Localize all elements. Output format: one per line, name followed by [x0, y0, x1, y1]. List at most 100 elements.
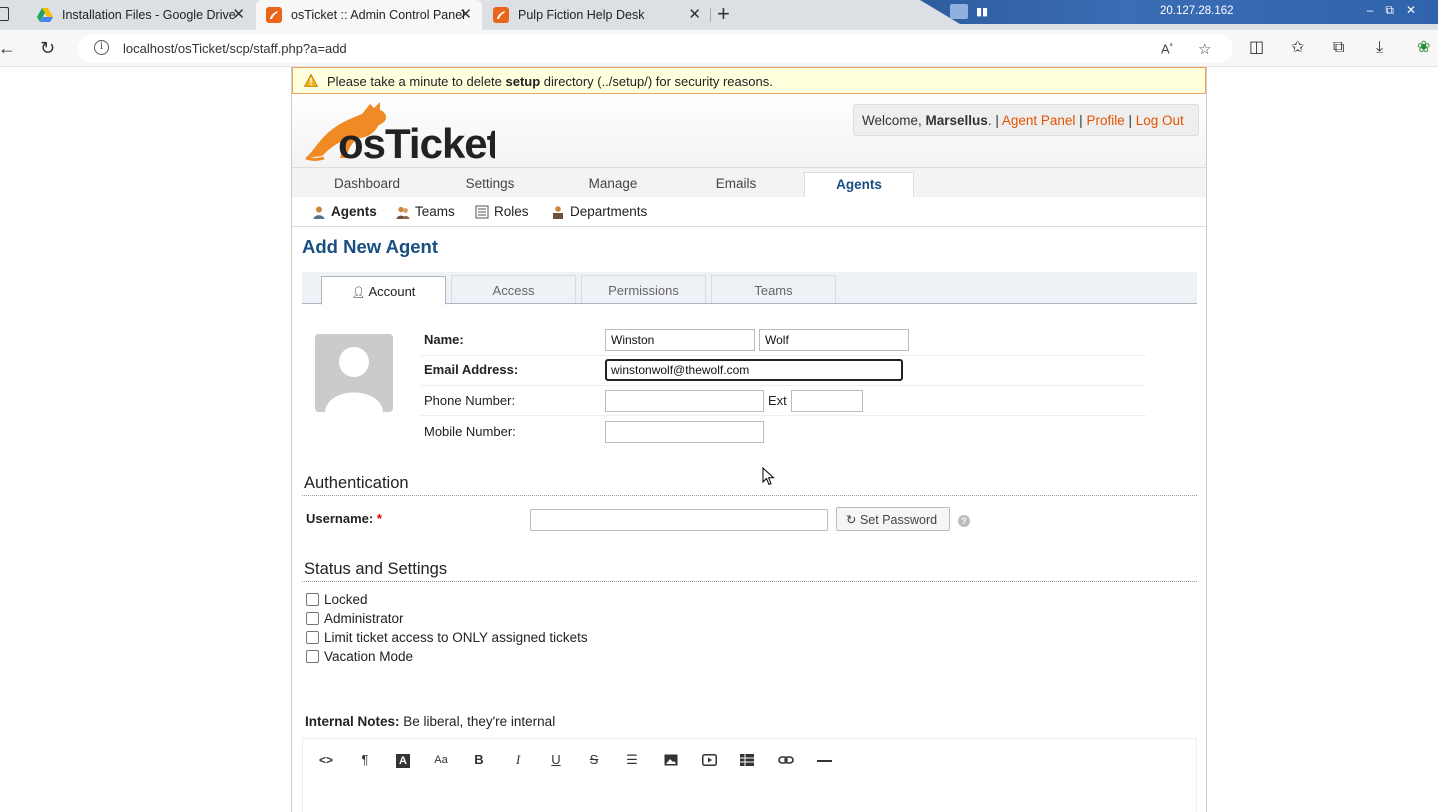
- email-input[interactable]: [605, 359, 903, 381]
- subnav-label: Teams: [415, 204, 455, 219]
- notes-editor[interactable]: <> ¶ A Aa B I U S ☰: [302, 738, 1197, 812]
- administrator-checkbox[interactable]: [306, 612, 319, 625]
- new-tab-icon[interactable]: +: [717, 3, 730, 25]
- agent-panel-link[interactable]: Agent Panel: [1002, 113, 1076, 128]
- close-tab-icon[interactable]: ✕: [232, 7, 245, 23]
- remote-window-controls[interactable]: –⧉✕: [1367, 3, 1428, 18]
- subnav-departments[interactable]: Departments: [551, 204, 647, 219]
- underline-icon[interactable]: U: [545, 750, 567, 770]
- nav-agents[interactable]: Agents: [804, 172, 914, 198]
- close-tab-icon[interactable]: ✕: [688, 7, 701, 23]
- table-glyph: [740, 754, 754, 766]
- favorites-icon[interactable]: ✩: [1291, 39, 1304, 57]
- link-glyph: [778, 756, 794, 764]
- favorite-star-icon[interactable]: ☆: [1198, 40, 1211, 58]
- tab-title: osTicket :: Admin Control Panel: [291, 8, 465, 22]
- profile-link[interactable]: Profile: [1086, 113, 1124, 128]
- paragraph-icon[interactable]: ¶: [354, 750, 376, 770]
- option-label: Locked: [324, 592, 368, 607]
- html-source-icon[interactable]: <>: [315, 750, 337, 770]
- extensions-icon[interactable]: ❀: [1417, 39, 1430, 57]
- italic-icon[interactable]: I: [507, 750, 529, 770]
- split-screen-icon[interactable]: ◫: [1249, 39, 1264, 57]
- osticket-logo[interactable]: osTicket: [300, 98, 502, 167]
- nav-settings[interactable]: Settings: [435, 176, 545, 191]
- nav-dashboard[interactable]: Dashboard: [312, 176, 422, 191]
- limit-access-option[interactable]: Limit ticket access to ONLY assigned tic…: [306, 630, 588, 645]
- subnav-label: Roles: [494, 204, 529, 219]
- limit-access-checkbox[interactable]: [306, 631, 319, 644]
- refresh-icon[interactable]: ↻: [40, 38, 55, 58]
- list-icon[interactable]: ☰: [621, 750, 643, 770]
- site-info-icon[interactable]: i: [94, 40, 109, 55]
- back-icon[interactable]: ←: [0, 38, 16, 58]
- locked-checkbox[interactable]: [306, 593, 319, 606]
- tab-teams[interactable]: Teams: [711, 275, 836, 303]
- warning-text-pre: Please take a minute to delete: [327, 74, 506, 89]
- remote-pin-icon[interactable]: [950, 4, 968, 19]
- sub-nav: Agents Teams Roles Departments: [292, 197, 1206, 227]
- vacation-mode-checkbox[interactable]: [306, 650, 319, 663]
- last-name-input[interactable]: [759, 329, 909, 351]
- font-size-icon[interactable]: Aa: [430, 750, 452, 770]
- row-divider: [421, 415, 1146, 416]
- administrator-option[interactable]: Administrator: [306, 611, 404, 626]
- setup-warning-banner: Please take a minute to delete setup dir…: [292, 67, 1206, 94]
- subnav-agents[interactable]: Agents: [312, 204, 377, 219]
- agent-icon: [313, 206, 325, 219]
- read-aloud-icon[interactable]: Aᵃ: [1161, 41, 1173, 56]
- help-icon[interactable]: ?: [958, 515, 970, 527]
- tab-pulp-fiction-help-desk[interactable]: Pulp Fiction Help Desk ✕: [483, 0, 711, 30]
- warning-icon: [304, 74, 318, 87]
- email-label: Email Address:: [424, 362, 519, 377]
- phone-input[interactable]: [605, 390, 764, 412]
- tab-actions-icon[interactable]: [0, 7, 9, 21]
- first-name-input[interactable]: [605, 329, 755, 351]
- horizontal-rule-icon[interactable]: [813, 750, 835, 770]
- avatar[interactable]: [315, 334, 393, 412]
- refresh-icon: ↻: [846, 513, 857, 527]
- image-icon[interactable]: [660, 750, 682, 770]
- collections-icon[interactable]: ⧉: [1333, 39, 1344, 57]
- username-input[interactable]: [530, 509, 828, 531]
- tab-admin-control-panel[interactable]: osTicket :: Admin Control Panel ✕: [256, 0, 482, 30]
- ext-input[interactable]: [791, 390, 863, 412]
- osticket-favicon-icon: [493, 7, 509, 23]
- tab-access[interactable]: Access: [451, 275, 576, 303]
- video-icon[interactable]: [698, 750, 720, 770]
- link-icon[interactable]: [775, 750, 797, 770]
- close-tab-icon[interactable]: ✕: [459, 7, 472, 23]
- username-label-text: Username:: [306, 511, 374, 526]
- tab-permissions[interactable]: Permissions: [581, 275, 706, 303]
- user-name: Marsellus: [925, 113, 988, 128]
- table-icon[interactable]: [736, 750, 758, 770]
- google-drive-icon: [37, 8, 53, 22]
- log-out-link[interactable]: Log Out: [1136, 113, 1184, 128]
- downloads-icon[interactable]: ⤓: [1376, 39, 1383, 57]
- nav-emails[interactable]: Emails: [681, 176, 791, 191]
- tab-account[interactable]: 👤︎ Account: [321, 276, 446, 305]
- image-glyph: [664, 754, 678, 766]
- required-marker: *: [376, 511, 382, 526]
- strikethrough-icon[interactable]: S: [583, 750, 605, 770]
- nav-manage[interactable]: Manage: [558, 176, 668, 191]
- hr-glyph: [816, 759, 832, 762]
- welcome-prefix: Welcome,: [862, 113, 926, 128]
- site-header: osTicket Welcome, Marsellus. | Agent Pan…: [292, 94, 1206, 167]
- bold-icon[interactable]: B: [468, 750, 490, 770]
- internal-notes-label: Internal Notes: Be liberal, they're inte…: [305, 714, 555, 729]
- link-separator: |: [1128, 113, 1132, 128]
- tab-google-drive[interactable]: Installation Files - Google Drive ✕: [27, 0, 255, 30]
- url-field[interactable]: i localhost/osTicket/scp/staff.php?a=add…: [78, 34, 1233, 63]
- logo-text: osTicket: [338, 120, 495, 164]
- url-text: localhost/osTicket/scp/staff.php?a=add: [123, 41, 347, 56]
- set-password-button[interactable]: ↻ Set Password: [836, 507, 950, 531]
- osticket-favicon-icon: [266, 7, 282, 23]
- locked-option[interactable]: Locked: [306, 592, 368, 607]
- text-color-icon[interactable]: A: [392, 750, 414, 770]
- vacation-mode-option[interactable]: Vacation Mode: [306, 649, 413, 664]
- subnav-teams[interactable]: Teams: [396, 204, 455, 219]
- subnav-roles[interactable]: Roles: [475, 204, 529, 219]
- mobile-input[interactable]: [605, 421, 764, 443]
- phone-label: Phone Number:: [424, 393, 516, 408]
